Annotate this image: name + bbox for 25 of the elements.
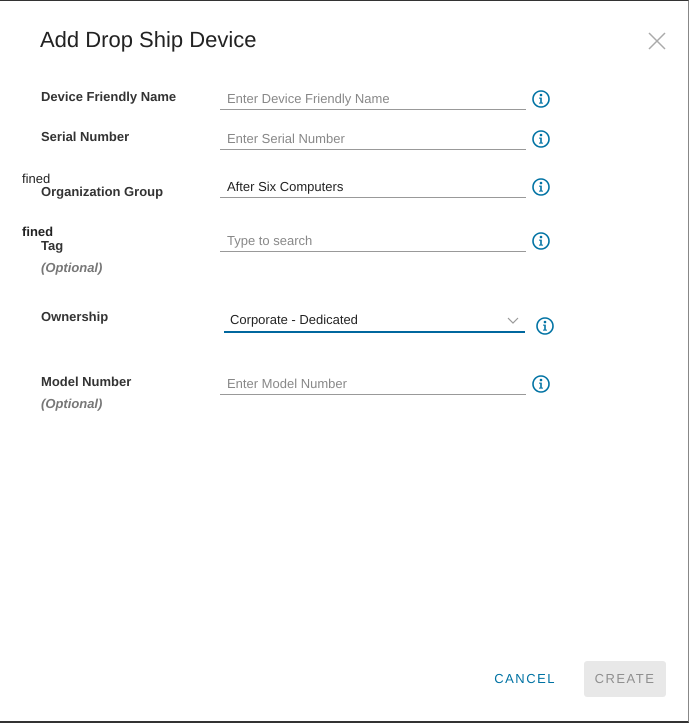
field-label: Ownership xyxy=(41,309,108,325)
field-label: Model Number xyxy=(41,374,132,390)
info-icon[interactable] xyxy=(532,130,550,148)
text-field[interactable]: Type to search xyxy=(220,229,526,252)
text-field[interactable]: Enter Serial Number xyxy=(220,127,526,150)
text-field[interactable]: Enter Device Friendly Name xyxy=(220,87,526,110)
stray-text: fined xyxy=(22,172,50,186)
optional-note: (Optional) xyxy=(41,396,102,412)
info-icon[interactable] xyxy=(532,178,550,196)
field-label: Device Friendly Name xyxy=(41,89,176,105)
field-label: Organization Group xyxy=(41,184,164,200)
info-icon[interactable] xyxy=(536,317,554,335)
info-icon[interactable] xyxy=(532,90,550,108)
optional-note: (Optional) xyxy=(41,260,102,276)
text-field[interactable]: After Six Computers xyxy=(220,175,526,198)
stray-text: fined xyxy=(22,225,54,239)
info-icon[interactable] xyxy=(532,374,550,392)
dialog-title: Add Drop Ship Device xyxy=(40,26,256,54)
cancel-button[interactable]: CANCEL xyxy=(494,669,556,689)
chevron-down-icon xyxy=(507,316,519,324)
info-icon[interactable] xyxy=(532,232,550,250)
field-label: Tag xyxy=(41,238,64,254)
text-field[interactable]: Enter Model Number xyxy=(220,372,526,395)
field-label: Serial Number xyxy=(41,129,130,145)
ownership-select[interactable]: Corporate - Dedicated xyxy=(224,309,525,333)
